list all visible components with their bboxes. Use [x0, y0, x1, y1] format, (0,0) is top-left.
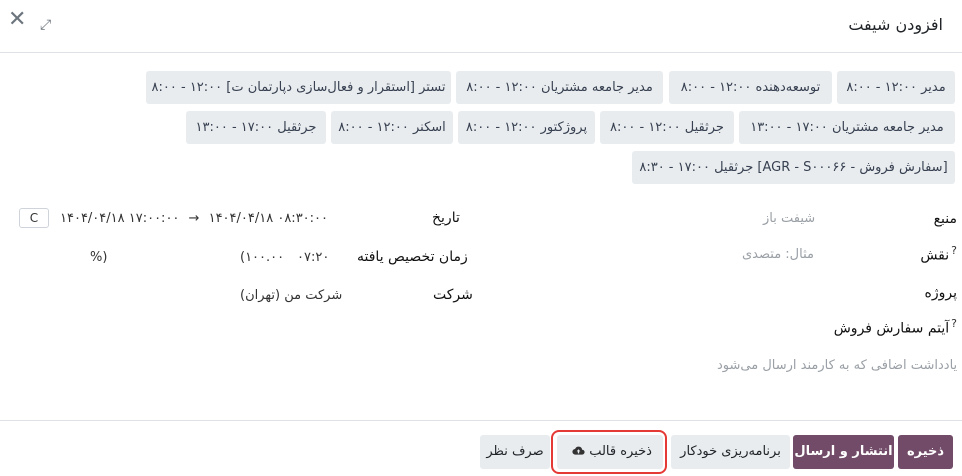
- sale-item-help-icon[interactable]: ?: [951, 317, 957, 330]
- company-label: شرکت: [433, 287, 473, 303]
- arrow-right-icon: →: [188, 211, 200, 226]
- allocated-percent[interactable]: (۱۰۰.۰۰: [240, 250, 284, 265]
- refresh-icon[interactable]: C: [19, 208, 49, 228]
- template-button[interactable]: ۱۳:۰۰ - ۱۷:۰۰ مدیر جامعه مشتریان: [739, 111, 955, 144]
- company-field[interactable]: شرکت من (تهران): [240, 288, 342, 303]
- template-button[interactable]: ۸:۰۰ - ۱۲:۰۰ مدیر جامعه مشتریان: [456, 71, 663, 104]
- role-field[interactable]: مثال: متصدی: [742, 247, 814, 262]
- template-button[interactable]: ۸:۰۰ - ۱۲:۰۰ مدیر: [837, 71, 955, 104]
- template-button[interactable]: ۸:۰۰ - ۱۲:۰۰ توسعه‌دهنده: [669, 71, 832, 104]
- template-button[interactable]: ۸:۰۰ - ۱۲:۰۰ جرثقیل: [600, 111, 734, 144]
- template-button[interactable]: ۸:۳۰ - ۱۷:۰۰ جرثقیل [AGR - S۰۰۰۶۶ - سفار…: [632, 151, 955, 184]
- expand-icon[interactable]: ⤢: [40, 15, 51, 35]
- publish-button[interactable]: انتشار و ارسال: [793, 435, 894, 469]
- date-start[interactable]: ۱۴۰۴/۰۴/۱۸ ۰۸:۳۰:۰۰: [209, 211, 328, 226]
- allocated-percent-sign: %): [90, 250, 108, 265]
- date-range[interactable]: ۱۴۰۴/۰۴/۱۸ ۱۷:۰۰:۰۰ → ۱۴۰۴/۰۴/۱۸ ۰۸:۳۰:۰…: [60, 211, 328, 226]
- sale-item-label-text: آیتم سفارش فروش: [833, 320, 950, 337]
- date-label: تاریخ: [432, 210, 460, 226]
- role-label-text: نقش: [920, 247, 950, 264]
- save-template-button[interactable]: ذخیره قالب: [557, 435, 663, 469]
- dialog-title: افزودن شیفت: [848, 15, 943, 34]
- cloud-upload-icon: [568, 444, 589, 459]
- allocated-time-label: زمان تخصیص یافته: [357, 249, 468, 265]
- sale-item-label: آیتم سفارش فروش?: [834, 317, 957, 337]
- role-label: نقش?: [920, 244, 957, 264]
- note-field[interactable]: یادداشت اضافی که به کارمند ارسال می‌شود: [717, 358, 957, 373]
- footer-divider: [0, 420, 962, 421]
- close-icon[interactable]: ✕: [8, 9, 26, 31]
- role-help-icon[interactable]: ?: [951, 244, 957, 257]
- auto-plan-button[interactable]: برنامه‌ریزی خودکار: [671, 435, 790, 469]
- project-label: پروژه: [924, 285, 957, 301]
- save-template-label: ذخیره قالب: [589, 444, 652, 459]
- source-label: منبع: [933, 211, 957, 227]
- discard-button[interactable]: صرف نظر: [480, 435, 550, 469]
- dialog-header: افزودن شیفت ✕ ⤢: [0, 0, 962, 53]
- template-button[interactable]: ۱۳:۰۰ - ۱۷:۰۰ جرثقیل: [186, 111, 326, 144]
- date-end[interactable]: ۱۴۰۴/۰۴/۱۸ ۱۷:۰۰:۰۰: [60, 211, 179, 226]
- save-button[interactable]: ذخیره: [898, 435, 953, 469]
- allocated-hours[interactable]: ۰۷:۲۰: [297, 250, 329, 265]
- source-field[interactable]: شیفت باز: [763, 211, 815, 226]
- template-button[interactable]: ۸:۰۰ - ۱۲:۰۰ پروژکتور: [458, 111, 595, 144]
- template-button[interactable]: ۸:۰۰ - ۱۲:۰۰ تستر [استقرار و فعال‌سازی د…: [146, 71, 451, 104]
- template-button[interactable]: ۸:۰۰ - ۱۲:۰۰ اسکنر: [331, 111, 453, 144]
